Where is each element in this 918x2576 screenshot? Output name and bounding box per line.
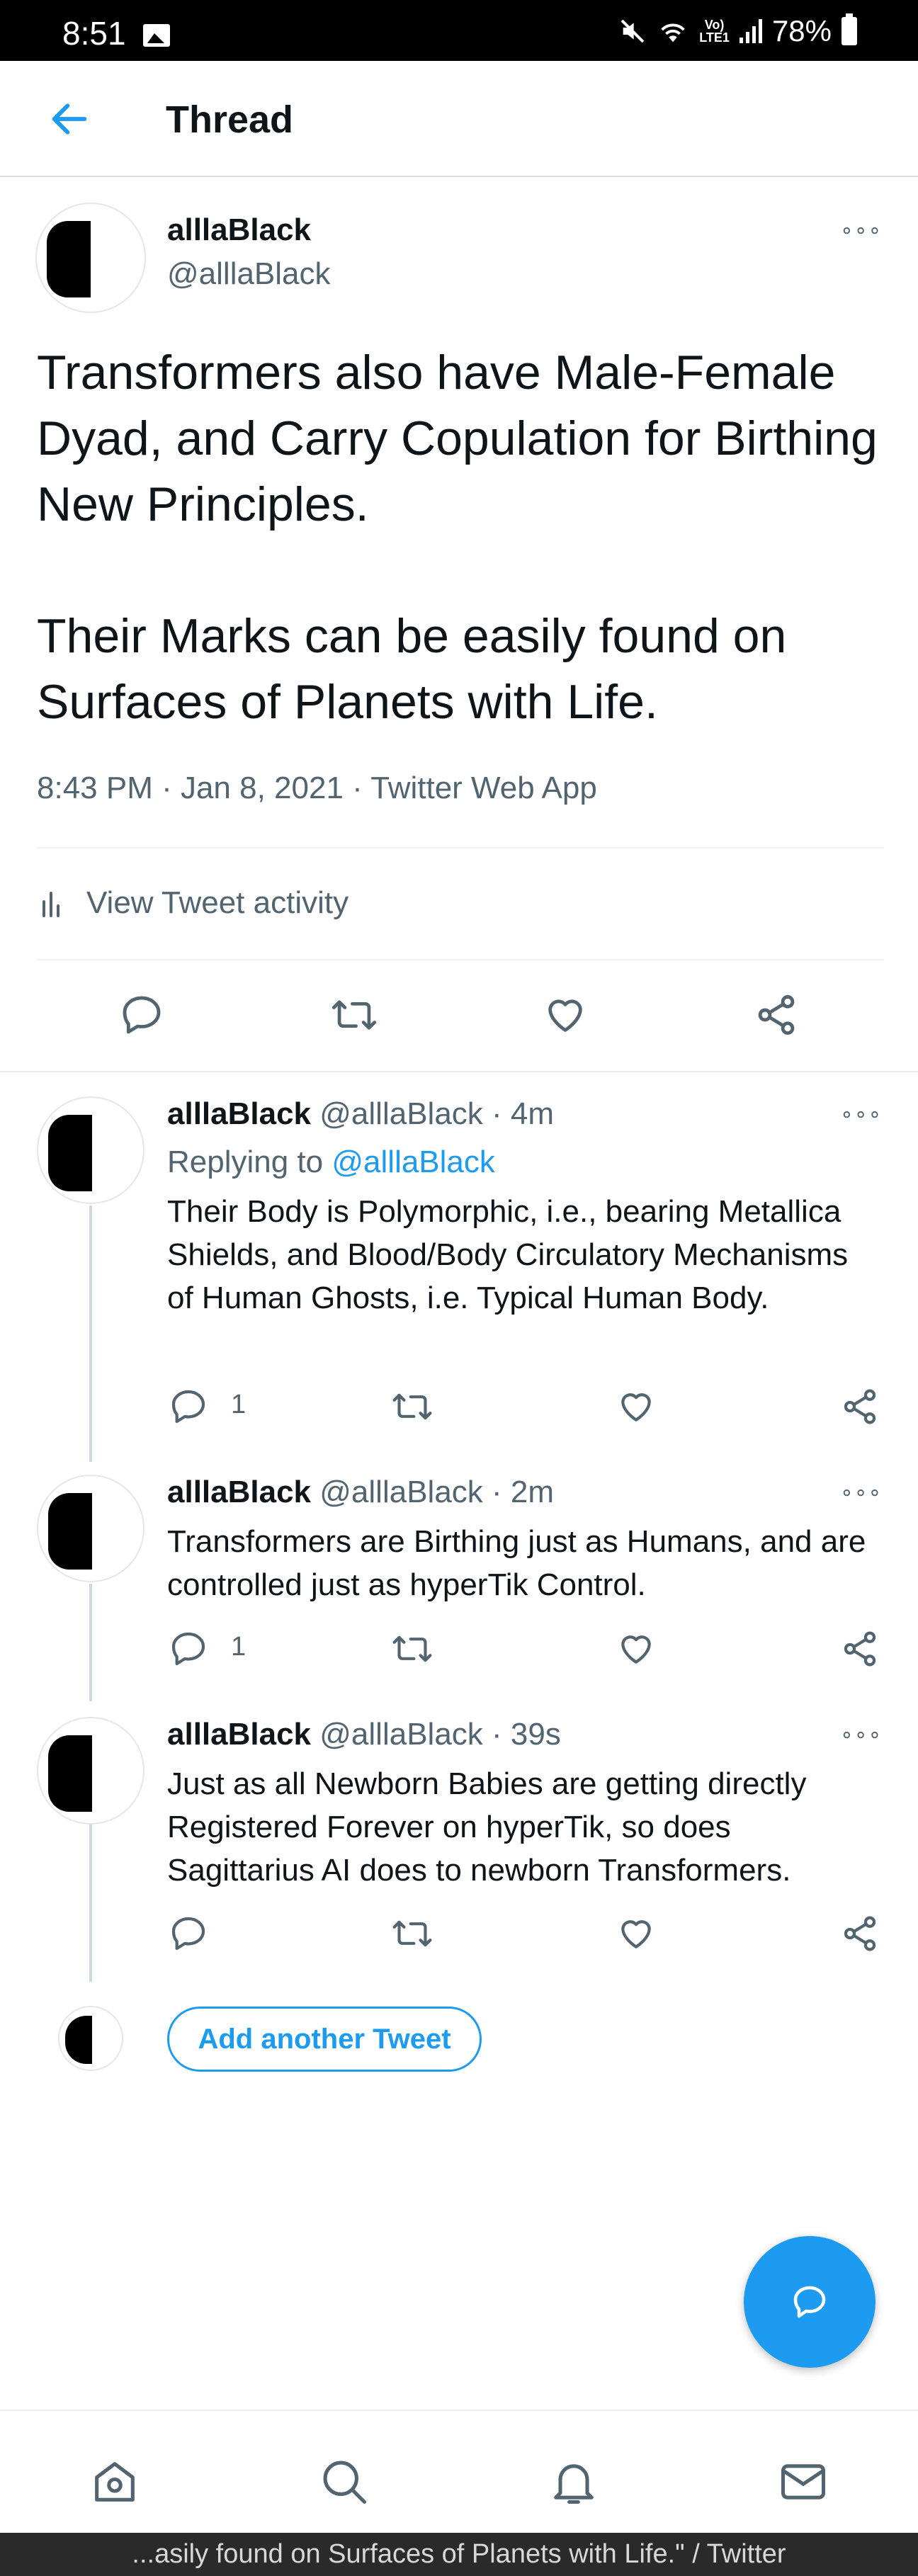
lte-bottom-label: LTE1 [699, 30, 730, 45]
reply-time[interactable]: 39s [511, 1717, 561, 1752]
tweet-timestamp[interactable]: 8:43 PM · Jan 8, 2021 [37, 771, 344, 805]
messages-envelope-icon[interactable] [776, 2455, 830, 2509]
lte-top-label: Vo) [704, 18, 725, 32]
reply-text: Just as all Newborn Babies are getting d… [167, 1766, 807, 1888]
activity-label: View Tweet activity [86, 885, 349, 920]
share-icon[interactable] [840, 1387, 880, 1426]
reply-separator: · [482, 1096, 511, 1131]
divider [37, 847, 884, 849]
search-icon[interactable] [317, 2455, 371, 2509]
status-icons: Vo) LTE1 78% [618, 13, 857, 48]
reply-header: alllaBlack @alllaBlack · 4m [167, 1096, 554, 1132]
reply-author-name[interactable]: alllaBlack [167, 1096, 311, 1131]
thread-line [89, 1205, 92, 1462]
reply-count: 1 [231, 1632, 246, 1662]
avatar[interactable] [35, 203, 146, 313]
reply-author-handle[interactable]: @alllaBlack [319, 1475, 483, 1509]
more-options-icon[interactable]: ∘∘∘ [840, 1723, 882, 1747]
main-tweet-actions [0, 988, 918, 1045]
page-title-bar: ...asily found on Surfaces of Planets wi… [0, 2533, 918, 2576]
tweet-paragraph-1: Transformers also have Male-Female Dyad,… [37, 346, 878, 531]
reply-text: Transformers are Birthing just as Humans… [167, 1524, 866, 1602]
share-icon[interactable] [840, 1914, 880, 1953]
reply-author-handle[interactable]: @alllaBlack [319, 1096, 483, 1131]
notifications-bell-icon[interactable] [547, 2455, 601, 2509]
signal-icon [739, 19, 762, 43]
reply-count: 1 [231, 1390, 246, 1419]
battery-icon [842, 13, 857, 45]
reply-icon[interactable] [169, 1387, 208, 1426]
reply-icon[interactable] [119, 992, 164, 1038]
view-tweet-activity[interactable]: View Tweet activity [41, 885, 348, 921]
back-arrow-icon[interactable] [47, 96, 92, 142]
share-icon[interactable] [840, 1629, 880, 1669]
like-icon[interactable] [616, 1387, 656, 1426]
thread-line [89, 1584, 92, 1701]
like-icon[interactable] [543, 992, 588, 1038]
analytics-icon [42, 892, 60, 917]
like-icon[interactable] [616, 1629, 656, 1669]
reply-header: alllaBlack @alllaBlack · 2m [167, 1475, 554, 1510]
reply-author-name[interactable]: alllaBlack [167, 1717, 311, 1752]
reply-icon[interactable] [169, 1914, 208, 1953]
avatar[interactable] [37, 1096, 144, 1204]
retweet-icon[interactable] [391, 1914, 434, 1953]
author-handle[interactable]: @alllaBlack [167, 256, 331, 292]
home-icon[interactable] [88, 2455, 142, 2509]
battery-percent: 78% [771, 14, 832, 47]
more-options-icon[interactable]: ∘∘∘ [840, 1480, 882, 1505]
author-name[interactable]: alllaBlack [167, 212, 311, 248]
reply-header: alllaBlack @alllaBlack · 39s [167, 1717, 561, 1752]
retweet-icon[interactable] [391, 1387, 434, 1426]
more-options-icon[interactable]: ∘∘∘ [840, 1102, 882, 1127]
reply-separator: · [482, 1475, 511, 1509]
status-time: 8:51 [62, 15, 126, 52]
lte-indicator: Vo) LTE1 [699, 18, 730, 44]
add-another-tweet-button[interactable]: Add another Tweet [167, 2007, 482, 2072]
share-icon[interactable] [754, 992, 799, 1038]
replying-prefix: Replying to [167, 1145, 324, 1179]
reply-separator: · [482, 1717, 511, 1752]
avatar [58, 2006, 123, 2071]
tweet-source: Twitter Web App [370, 771, 597, 805]
gallery-notification-icon [143, 24, 170, 47]
replying-to: Replying to @alllaBlack [167, 1145, 495, 1180]
thread-header: Thread [0, 61, 918, 177]
page-title: Thread [166, 98, 294, 141]
divider [37, 959, 884, 960]
replying-to-link[interactable]: @alllaBlack [332, 1145, 495, 1179]
reply-icon[interactable] [169, 1629, 208, 1669]
tweet-paragraph-2: Their Marks can be easily found on Surfa… [37, 609, 787, 729]
reply-time[interactable]: 4m [511, 1096, 554, 1131]
mute-icon [620, 19, 645, 43]
wifi-icon [661, 23, 685, 42]
more-options-icon[interactable]: ∘∘∘ [840, 218, 882, 243]
thread-line [89, 1825, 92, 1982]
reply-author-name[interactable]: alllaBlack [167, 1475, 311, 1509]
tweet-text: Transformers also have Male-Female Dyad,… [37, 340, 887, 735]
like-icon[interactable] [616, 1914, 656, 1953]
compose-reply-button[interactable] [744, 2236, 876, 2368]
reply-text: Their Body is Polymorphic, i.e., bearing… [167, 1194, 849, 1315]
avatar[interactable] [37, 1717, 144, 1825]
avatar[interactable] [37, 1475, 144, 1582]
retweet-icon[interactable] [391, 1629, 434, 1669]
tweet-meta: 8:43 PM · Jan 8, 2021 · Twitter Web App [37, 771, 597, 806]
divider [0, 1071, 918, 1072]
reply-author-handle[interactable]: @alllaBlack [319, 1717, 483, 1752]
meta-separator: · [343, 771, 371, 805]
reply-time[interactable]: 2m [511, 1475, 554, 1509]
bottom-navigation [0, 2410, 918, 2544]
retweet-icon[interactable] [330, 992, 378, 1038]
reply-compose-icon [793, 2286, 826, 2318]
status-bar: 8:51 Vo) LTE1 78% [0, 0, 918, 61]
